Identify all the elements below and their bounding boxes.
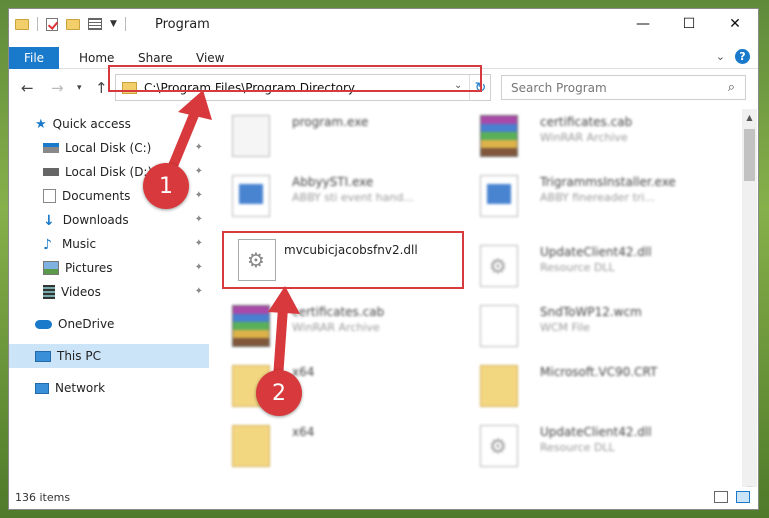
minimize-button[interactable]: — [620, 9, 666, 39]
tab-share[interactable]: Share [138, 51, 173, 65]
exe-icon [232, 115, 270, 157]
music-note-icon: ♪ [43, 237, 52, 253]
pin-icon[interactable]: ✦ [195, 286, 203, 297]
dll-gear-icon [480, 425, 518, 467]
scroll-up-icon[interactable]: ▲ [742, 109, 757, 125]
nav-item-local-disk-c[interactable]: Local Disk (C:) ✦ [9, 136, 209, 160]
details-view-icon[interactable] [714, 491, 728, 503]
callout-step-2: 2 [256, 370, 302, 416]
file-item[interactable]: TrigrammsInstaller.exe ABBY finereader t… [462, 169, 692, 223]
file-item[interactable]: SndToWP12.wcm WCM File [462, 299, 692, 353]
window-title: Program [155, 17, 210, 32]
maximize-button[interactable]: ☐ [666, 9, 712, 39]
address-highlight-box [108, 65, 482, 92]
folder-icon [232, 425, 270, 467]
file-item[interactable]: UpdateClient42.dll Resource DLL [462, 239, 692, 293]
close-button[interactable]: ✕ [712, 9, 758, 39]
item-count: 136 items [15, 491, 71, 504]
chevron-down-icon[interactable]: ⌄ [716, 50, 725, 63]
cloud-icon [35, 319, 52, 329]
exe-icon [480, 175, 518, 217]
navigation-pane: ★ Quick access Local Disk (C:) ✦ Local D… [9, 109, 209, 479]
exe-icon [232, 175, 270, 217]
up-arrow-icon[interactable]: ↑ [95, 79, 108, 97]
nav-item-videos[interactable]: Videos ✦ [9, 280, 209, 304]
file-item[interactable]: program.exe [214, 109, 444, 163]
tab-view[interactable]: View [196, 51, 224, 65]
rar-icon [232, 305, 270, 347]
forward-arrow-icon[interactable]: → [51, 79, 64, 97]
chevron-down-icon[interactable]: ▼ [110, 19, 117, 29]
vertical-scrollbar[interactable]: ▲ ▼ [742, 109, 757, 497]
nav-onedrive[interactable]: OneDrive [9, 312, 209, 336]
rar-icon [480, 115, 518, 157]
pin-icon[interactable]: ✦ [195, 166, 203, 177]
large-icons-view-icon[interactable] [736, 491, 750, 503]
folder-icon [15, 18, 29, 30]
pin-icon[interactable]: ✦ [195, 214, 203, 225]
dll-highlight-box [222, 231, 464, 289]
nav-this-pc[interactable]: This PC [9, 344, 209, 368]
nav-network[interactable]: Network [9, 376, 209, 400]
nav-item-downloads[interactable]: ↓ Downloads ✦ [9, 208, 209, 232]
title-bar: ▼ Program — ☐ ✕ [9, 9, 758, 41]
file-item[interactable]: Microsoft.VC90.CRT [462, 359, 692, 413]
pictures-icon [43, 261, 59, 275]
file-item[interactable]: UpdateClient42.dll Resource DLL [462, 419, 692, 473]
file-icon [480, 305, 518, 347]
pin-icon[interactable]: ✦ [195, 190, 203, 201]
computer-icon [35, 350, 51, 362]
search-input[interactable]: Search Program [511, 81, 607, 95]
file-item[interactable]: x64 [214, 359, 444, 413]
file-item[interactable]: certificates.cab WinRAR Archive [462, 109, 692, 163]
status-bar: 136 items [9, 487, 758, 509]
network-icon [35, 382, 49, 394]
search-box[interactable]: Search Program ⌕ [501, 75, 746, 100]
callout-step-1: 1 [143, 163, 189, 209]
film-icon [43, 285, 55, 299]
file-item[interactable]: AbbyySTI.exe ABBY sti event hand... [214, 169, 444, 223]
tab-file[interactable]: File [9, 47, 59, 69]
file-item[interactable]: certificates.cab WinRAR Archive [214, 299, 444, 353]
pin-icon[interactable]: ✦ [195, 238, 203, 249]
recent-locations-icon[interactable]: ▾ [77, 83, 82, 93]
scroll-thumb[interactable] [744, 129, 755, 181]
new-folder-icon[interactable] [66, 18, 80, 30]
tab-home[interactable]: Home [79, 51, 114, 65]
drive-icon [43, 143, 59, 153]
search-icon[interactable]: ⌕ [728, 80, 735, 95]
dll-gear-icon [480, 245, 518, 287]
nav-quick-access[interactable]: ★ Quick access [9, 112, 209, 136]
pin-icon[interactable]: ✦ [195, 142, 203, 153]
nav-item-music[interactable]: ♪ Music ✦ [9, 232, 209, 256]
properties-check-icon[interactable] [46, 17, 58, 31]
star-icon: ★ [35, 117, 47, 132]
view-properties-icon[interactable] [88, 18, 102, 30]
download-arrow-icon: ↓ [43, 213, 55, 229]
file-item[interactable]: x64 [214, 419, 444, 473]
documents-icon [43, 189, 56, 203]
drive-icon [43, 168, 59, 176]
back-arrow-icon[interactable]: ← [21, 79, 34, 97]
folder-icon [480, 365, 518, 407]
quick-access-toolbar: ▼ [15, 17, 126, 31]
file-list: program.exe certificates.cab WinRAR Arch… [214, 109, 734, 479]
pin-icon[interactable]: ✦ [195, 262, 203, 273]
help-icon[interactable]: ? [735, 49, 750, 64]
nav-item-pictures[interactable]: Pictures ✦ [9, 256, 209, 280]
